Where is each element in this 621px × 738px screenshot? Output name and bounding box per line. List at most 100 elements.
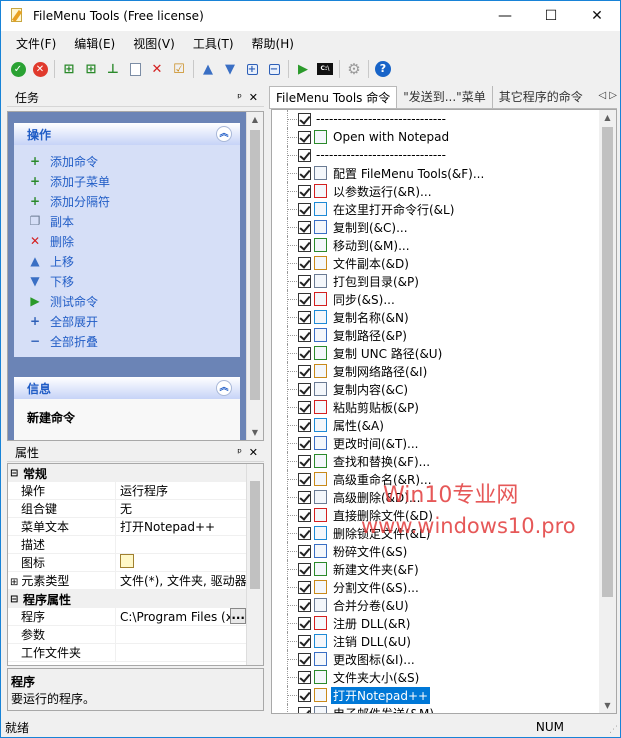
item-checkbox[interactable]: [298, 706, 311, 713]
task-item[interactable]: + 全部展开: [14, 311, 240, 331]
item-checkbox[interactable]: [298, 238, 311, 252]
item-checkbox[interactable]: [298, 580, 311, 594]
prop-row-menu-text[interactable]: 菜单文本 打开Notepad++: [8, 517, 263, 536]
prop-row-program[interactable]: 程序C:\Program Files (x86...: [8, 607, 263, 626]
command-item[interactable]: 分割文件(&S)...: [276, 578, 598, 596]
task-item[interactable]: ▼ 下移: [14, 271, 240, 291]
item-checkbox[interactable]: [298, 328, 311, 342]
tab-sendto-menu[interactable]: "发送到..."菜单: [397, 86, 491, 108]
command-item[interactable]: 文件夹大小(&S): [276, 668, 598, 686]
expand-all-button[interactable]: +: [241, 58, 263, 80]
item-checkbox[interactable]: [298, 472, 311, 486]
prop-value[interactable]: 文件(*), 文件夹, 驱动器: [116, 572, 263, 590]
settings-button[interactable]: ⚙: [343, 58, 365, 80]
item-checkbox[interactable]: [298, 292, 311, 306]
move-up-button[interactable]: ▲: [197, 58, 219, 80]
item-checkbox[interactable]: [298, 184, 311, 198]
item-checkbox[interactable]: [298, 688, 311, 702]
command-item[interactable]: Open with Notepad: [276, 128, 598, 146]
minimize-button[interactable]: —: [482, 1, 528, 31]
prop-value[interactable]: C:\Program Files (x86...: [116, 607, 263, 626]
collapse-box-icon[interactable]: ⊟: [10, 594, 20, 605]
item-checkbox[interactable]: [298, 454, 311, 468]
command-item[interactable]: 新建文件夹(&F): [276, 560, 598, 578]
copy-button[interactable]: [124, 58, 146, 80]
command-item[interactable]: 配置 FileMenu Tools(&F)...: [276, 164, 598, 182]
expand-box-icon[interactable]: ⊞: [10, 577, 18, 588]
tab-scroll-arrows[interactable]: ◁ ▷: [598, 90, 617, 101]
item-checkbox[interactable]: [298, 616, 311, 630]
add-separator-button[interactable]: ⊥: [102, 58, 124, 80]
command-item[interactable]: 查找和替换(&F)...: [276, 452, 598, 470]
command-item[interactable]: 移动到(&M)...: [276, 236, 598, 254]
pin-icon[interactable]: ᵖ: [237, 446, 242, 459]
command-item[interactable]: 复制网络路径(&I): [276, 362, 598, 380]
item-checkbox[interactable]: [298, 490, 311, 504]
properties-button[interactable]: ☑: [168, 58, 190, 80]
command-item[interactable]: 删除锁定文件(&L): [276, 524, 598, 542]
collapse-chevron-icon[interactable]: ︽: [216, 126, 232, 142]
scroll-down-icon[interactable]: ▼: [247, 428, 263, 437]
command-item[interactable]: 以参数运行(&R)...: [276, 182, 598, 200]
item-checkbox[interactable]: [298, 508, 311, 522]
category-general[interactable]: ⊟ 常规: [8, 464, 263, 482]
item-checkbox[interactable]: [298, 670, 311, 684]
item-checkbox[interactable]: [298, 382, 311, 396]
prop-value[interactable]: 打开Notepad++: [116, 518, 263, 536]
scroll-down-icon[interactable]: ▼: [599, 701, 616, 710]
tab-filemenu-commands[interactable]: FileMenu Tools 命令: [269, 86, 398, 108]
props-scrollbar[interactable]: [246, 464, 263, 665]
pin-icon[interactable]: ᵖ: [237, 91, 242, 104]
collapse-box-icon[interactable]: ⊟: [10, 468, 20, 479]
item-checkbox[interactable]: [298, 436, 311, 450]
menu-view[interactable]: 视图(V): [124, 34, 184, 54]
info-group-header[interactable]: 信息 ︽: [14, 377, 240, 399]
help-button[interactable]: ?: [372, 58, 394, 80]
item-checkbox[interactable]: [298, 652, 311, 666]
scroll-up-icon[interactable]: ▲: [247, 115, 263, 124]
command-item[interactable]: 打开Notepad++: [276, 686, 598, 704]
command-item[interactable]: ------------------------------: [276, 110, 598, 128]
command-item[interactable]: 合并分卷(&U): [276, 596, 598, 614]
prop-row-element-type[interactable]: ⊞ 元素类型 文件(*), 文件夹, 驱动器: [8, 571, 263, 590]
command-item[interactable]: 电子邮件发送(&M): [276, 704, 598, 713]
item-checkbox[interactable]: [298, 364, 311, 378]
prop-row-hotkey[interactable]: 组合键无: [8, 499, 263, 518]
command-item[interactable]: ------------------------------: [276, 146, 598, 164]
command-item[interactable]: 复制内容(&C): [276, 380, 598, 398]
command-item[interactable]: 复制 UNC 路径(&U): [276, 344, 598, 362]
move-down-button[interactable]: ▼: [219, 58, 241, 80]
item-checkbox[interactable]: [298, 562, 311, 576]
prop-row-params[interactable]: 参数: [8, 625, 263, 644]
item-checkbox[interactable]: [298, 346, 311, 360]
commands-scrollbar[interactable]: ▲ ▼: [599, 110, 616, 713]
item-checkbox[interactable]: [298, 220, 311, 234]
item-checkbox[interactable]: [298, 112, 311, 126]
task-item[interactable]: ▶ 测试命令: [14, 291, 240, 311]
command-item[interactable]: 粘贴剪贴板(&P): [276, 398, 598, 416]
prop-value[interactable]: 运行程序: [116, 482, 263, 500]
category-program[interactable]: ⊟ 程序属性: [8, 590, 263, 608]
command-item[interactable]: 属性(&A): [276, 416, 598, 434]
command-item[interactable]: 直接删除文件(&D): [276, 506, 598, 524]
menu-file[interactable]: 文件(F): [7, 34, 65, 54]
browse-button[interactable]: ...: [230, 607, 246, 624]
close-icon[interactable]: ✕: [249, 91, 258, 104]
item-checkbox[interactable]: [298, 544, 311, 558]
menu-edit[interactable]: 编辑(E): [65, 34, 124, 54]
task-item[interactable]: + 添加分隔符: [14, 191, 240, 211]
item-checkbox[interactable]: [298, 274, 311, 288]
apply-button[interactable]: ✓: [7, 58, 29, 80]
delete-button[interactable]: ✕: [146, 58, 168, 80]
item-checkbox[interactable]: [298, 598, 311, 612]
actions-group-header[interactable]: 操作 ︽: [14, 123, 240, 145]
command-item[interactable]: 更改图标(&I)...: [276, 650, 598, 668]
close-icon[interactable]: ✕: [249, 446, 258, 459]
task-item[interactable]: ▲ 上移: [14, 251, 240, 271]
task-item[interactable]: − 全部折叠: [14, 331, 240, 351]
item-checkbox[interactable]: [298, 526, 311, 540]
collapse-chevron-icon[interactable]: ︽: [216, 380, 232, 396]
command-item[interactable]: 高级重命名(&R)...: [276, 470, 598, 488]
prop-row-icon[interactable]: 图标: [8, 553, 263, 572]
item-checkbox[interactable]: [298, 418, 311, 432]
